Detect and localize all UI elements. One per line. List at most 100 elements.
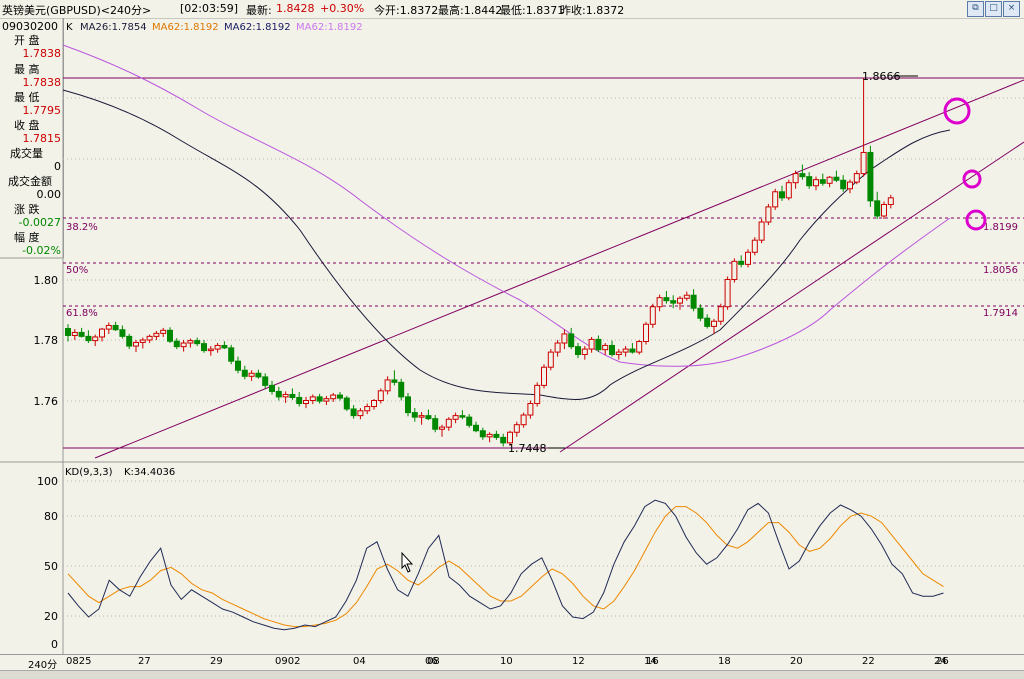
window-max-icon[interactable]: □ [985,1,1002,17]
candle-body [262,376,269,386]
candle-body [235,360,241,371]
highlight-circle-2 [962,169,982,189]
candle-body [466,416,473,426]
ma26-line [62,89,951,400]
candle-body [881,203,887,217]
kd-k-line [67,499,944,631]
fib-618-value: 1.7914 [983,308,1018,319]
candle-body [350,408,357,417]
candle-body [146,335,153,341]
candle-body [65,328,71,336]
candle-body [731,260,738,281]
price-chart[interactable]: 1.80 1.78 1.76 K MA26:1.7854 MA62:1.8192… [0,18,1024,654]
candle-body [452,415,459,420]
price-label-2: 1.78 [34,334,59,347]
candle-body [173,340,180,348]
candle-body [187,340,194,344]
candle-body [139,339,146,343]
candle-body [112,324,119,331]
candle-body [785,182,792,199]
time-axis: 240分 0825 27 29 0902 04 06 08 10 12 14 16 18 20 22 24 2… [0,654,1024,671]
time-label: 27 [138,656,151,667]
price-grid [63,97,1024,402]
time-label: 04 [353,656,366,667]
candle-body [704,317,711,327]
candle-body [609,344,615,356]
time-label: 16 [646,656,659,667]
candle-body [554,342,561,353]
candle-body [201,343,207,352]
ma26-legend: MA26:1.7854 [80,22,147,33]
time-label: 22 [862,656,875,667]
candle-body [486,433,493,438]
candle-body [833,176,840,181]
low-annotation: 1.7448 [508,442,547,455]
candle-body [581,348,588,356]
candle-body [765,206,772,223]
low-quote: 最低:1.8371 [500,4,565,17]
time-label: 26 [936,656,949,667]
prev-close-quote: 昨收:1.8372 [560,4,625,17]
candle-body [411,412,418,418]
candle-body [255,372,262,378]
candle-body [527,403,534,416]
candle-body [473,424,479,432]
candle-body [303,400,309,405]
kd-axis-80: 80 [44,510,58,523]
candle-body [792,173,799,184]
open-quote: 今开:1.8372 [374,4,439,17]
time-label: 18 [718,656,731,667]
candle-body [588,338,595,350]
candle-body [275,390,282,398]
fib-lines [63,217,1024,307]
k-legend: K [66,22,73,33]
window-close-icon[interactable]: × [1003,1,1020,17]
candle-body [738,260,745,265]
candle-body [228,347,235,362]
ma62-legend-c: MA62:1.8192 [296,22,363,33]
fib-618-label: 61.8% [66,308,98,319]
candle-body [887,197,894,205]
candle-body [364,406,371,412]
kd-d-line [67,506,944,628]
candle-body [479,430,486,438]
candle-body [772,191,779,208]
candle-body [105,324,112,330]
ma62-legend-a: MA62:1.8192 [152,22,219,33]
candle-body [269,384,275,392]
change-value: +0.30% [320,2,365,15]
candle-body [391,379,398,383]
candle-body [99,328,105,338]
candle-body [819,179,826,184]
kd-grid [63,480,1024,617]
candle-body [248,372,255,377]
candle-body [371,400,377,408]
candle-body [874,200,881,217]
time-label: 10 [500,656,513,667]
kd-axis-0: 0 [51,638,58,651]
candle-body [541,366,547,386]
candlestick-series [65,78,894,447]
candle-body [384,379,391,392]
candle-body [296,396,303,405]
candle-body [724,279,731,308]
candle-body [167,329,173,342]
period-label: 240分 [28,660,58,671]
highlight-circle-3 [965,209,987,231]
candle-body [439,426,445,430]
window-restore-icon[interactable]: ⧉ [967,1,984,17]
time-label: 12 [572,656,585,667]
candle-body [180,342,187,348]
fib-50-label: 50% [66,265,88,276]
candle-body [799,173,806,178]
kd-axis-20: 20 [44,610,58,623]
channel-lower-line [559,141,1024,453]
candle-body [663,297,670,302]
candle-body [432,418,439,430]
candle-body [622,348,629,353]
fib-38-value: 1.8199 [983,222,1018,233]
candle-body [92,336,99,342]
candle-body [330,394,337,400]
candle-body [398,381,405,398]
candle-body [534,384,541,405]
